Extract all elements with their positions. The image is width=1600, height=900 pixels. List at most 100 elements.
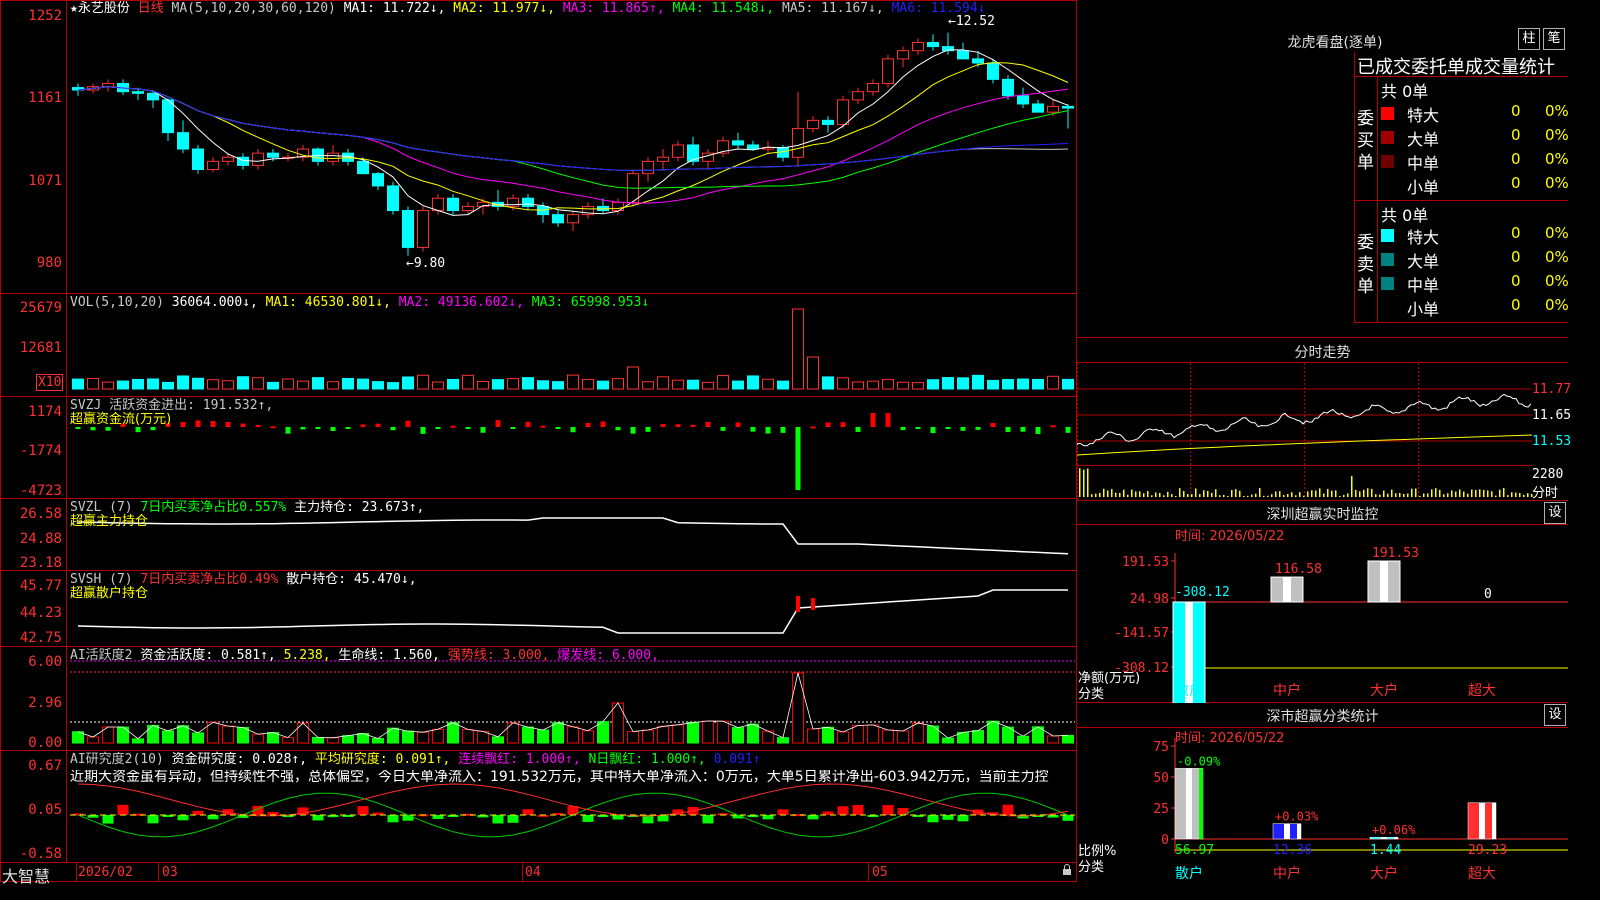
candle[interactable] [207, 157, 219, 172]
period-label[interactable]: 日线 [138, 1, 164, 16]
class-bar [1369, 836, 1399, 840]
volume-bar [522, 377, 534, 390]
candle[interactable] [672, 140, 684, 162]
fenshi-vol-bar [1339, 495, 1341, 497]
candle[interactable] [492, 190, 504, 211]
candle[interactable] [837, 95, 849, 129]
kline-chart-area[interactable] [0, 0, 1077, 882]
monitor-bar [1367, 560, 1401, 603]
candle[interactable] [147, 91, 159, 109]
candle[interactable] [792, 91, 804, 166]
candle[interactable] [237, 153, 249, 170]
candle[interactable] [372, 172, 384, 191]
candle[interactable] [252, 149, 264, 170]
candle[interactable] [567, 210, 579, 232]
candle[interactable] [897, 46, 909, 68]
fenshi-vol-bar [1527, 493, 1529, 497]
ai-research-header-seg: AI研究度2(10) [70, 752, 172, 767]
candle[interactable] [852, 87, 864, 104]
candle[interactable] [732, 132, 744, 150]
volume-bar [882, 378, 894, 390]
candle[interactable] [867, 79, 879, 96]
ai-active-bar [912, 722, 924, 744]
svzj-bar [390, 427, 396, 431]
ai-active-bar [837, 731, 849, 744]
candle[interactable] [582, 202, 594, 219]
candle[interactable] [552, 210, 564, 227]
volume-bar [177, 375, 189, 390]
candle[interactable] [162, 98, 174, 141]
candle[interactable] [912, 38, 924, 55]
candle[interactable] [807, 116, 819, 133]
fenshi-vol-bar [1291, 492, 1293, 497]
svzj-bar [780, 427, 786, 433]
svzj-bar [630, 427, 636, 434]
ai-active-bar [777, 737, 789, 744]
sz-class-settings-button[interactable]: 设 [1544, 704, 1566, 726]
volume-bar [717, 375, 729, 390]
price-low-value: 9.80 [413, 256, 446, 271]
candle[interactable] [222, 153, 234, 166]
candle[interactable] [822, 116, 834, 133]
volume-bar [837, 377, 849, 390]
candle[interactable] [882, 54, 894, 88]
svzj-bar [915, 427, 921, 429]
candle[interactable] [417, 206, 429, 252]
candle[interactable] [642, 157, 654, 182]
pen-mode-button[interactable]: 笔 [1543, 28, 1565, 50]
candle[interactable] [522, 194, 534, 211]
svzj-bar [225, 421, 231, 427]
ai-active-bar [897, 730, 909, 744]
volume-bar [387, 382, 399, 390]
candle[interactable] [1017, 87, 1029, 109]
candle[interactable] [117, 79, 129, 95]
class-bar [1174, 768, 1204, 840]
candle[interactable] [717, 136, 729, 158]
candle[interactable] [447, 194, 459, 215]
candle[interactable] [312, 147, 324, 166]
svzj-bar [300, 427, 306, 430]
candle[interactable] [1062, 103, 1074, 129]
svsh-spike [811, 598, 815, 610]
svzj-bar [1035, 427, 1041, 434]
class-axis-label: 0 [1161, 833, 1169, 848]
star-icon[interactable]: ★ [70, 1, 78, 16]
monitor-axis-label: 24.98 [1130, 592, 1169, 607]
candle[interactable] [1032, 99, 1044, 113]
volume-bar [282, 378, 294, 390]
fenshi-vol-bar [1483, 490, 1485, 497]
order-row-qty: 0 [1511, 150, 1521, 168]
candle[interactable] [657, 149, 669, 170]
candle[interactable] [687, 136, 699, 166]
volume-bar [747, 375, 759, 390]
fenshi-vol-bar [1351, 475, 1353, 497]
price-high-mark: ←12.52 [948, 14, 995, 29]
volume-bar [867, 380, 879, 390]
fenshi-vol-bar [1347, 493, 1349, 497]
intraday-chart[interactable] [1077, 363, 1568, 500]
candle[interactable] [297, 144, 309, 162]
ai-active-bar [852, 724, 864, 744]
candle[interactable] [192, 144, 204, 174]
order-row: 小单 0 0% [1381, 296, 1569, 320]
candle[interactable] [387, 181, 399, 215]
lock-icon[interactable] [1063, 864, 1071, 876]
price-high-value: 12.52 [955, 14, 995, 29]
candle[interactable] [927, 34, 939, 51]
price-axis-label: 980 [36, 255, 62, 271]
volume-bar [987, 379, 999, 390]
class-cat-label: 散户 [1175, 865, 1203, 882]
candle[interactable] [702, 149, 714, 170]
candle[interactable] [102, 79, 114, 92]
bar-mode-button[interactable]: 柱 [1518, 28, 1540, 50]
candle[interactable] [402, 206, 414, 256]
sz-monitor-settings-button[interactable]: 设 [1544, 502, 1566, 524]
lhb-title: 龙虎看盘(逐单) [1287, 35, 1383, 51]
fenshi-vol-bar [1287, 493, 1289, 497]
date-axis-ticks [76, 862, 1071, 882]
ai-research-axis-label: 0.05 [28, 802, 62, 818]
candle[interactable] [177, 120, 189, 154]
fenshi-vol-bar [1511, 492, 1513, 497]
ma30-line [77, 86, 1069, 189]
order-color-swatch [1381, 301, 1394, 314]
